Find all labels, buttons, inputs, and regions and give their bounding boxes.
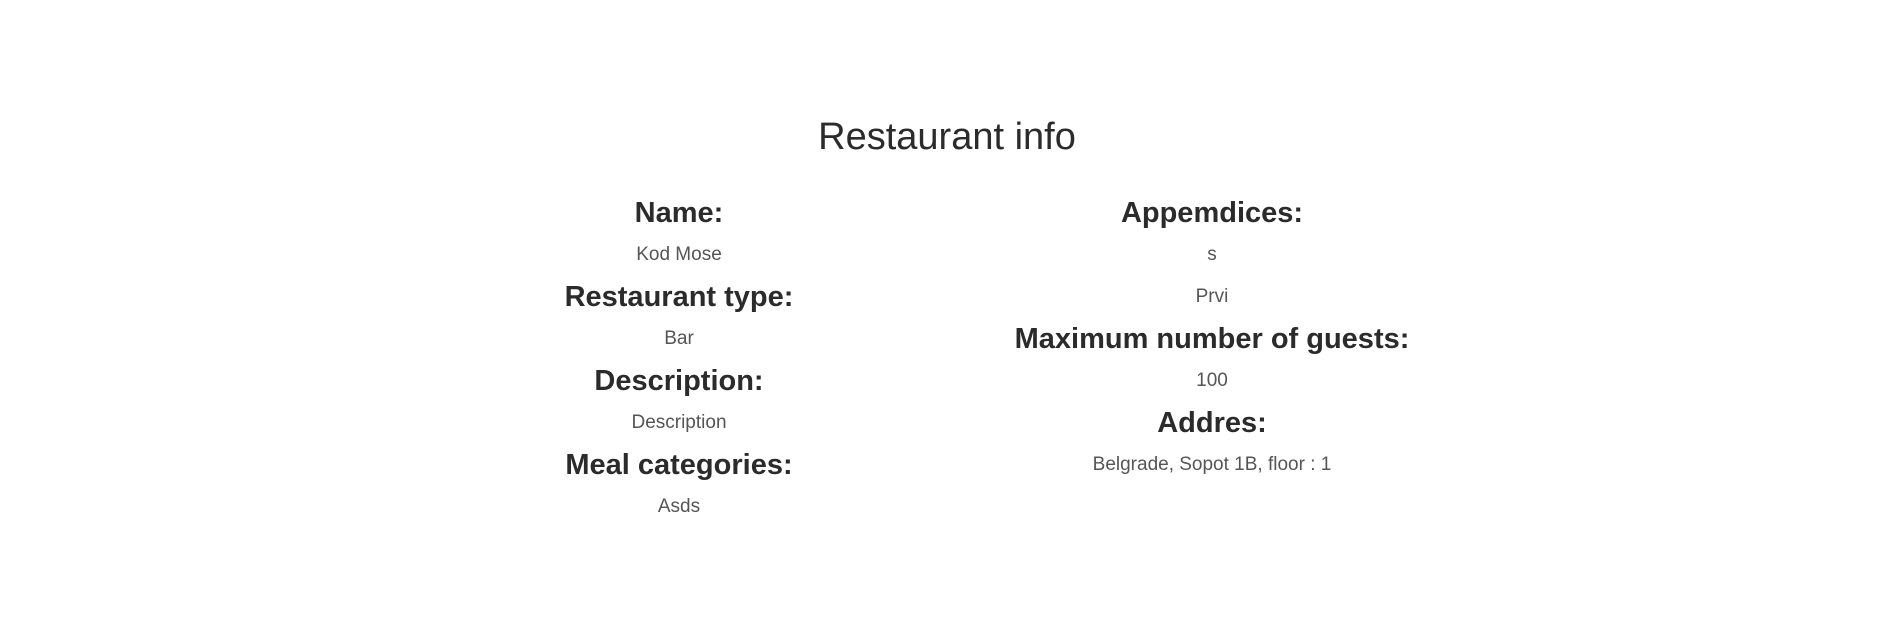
restaurant-type-value: Bar xyxy=(664,328,694,349)
max-guests-value: 100 xyxy=(1196,370,1228,391)
appendix-item: s xyxy=(1207,244,1217,265)
meal-categories-value: Asds xyxy=(657,496,701,517)
max-guests-label: Maximum number of guests: xyxy=(1014,323,1410,355)
description-value: Description xyxy=(631,412,727,433)
appendices-label: Appemdices: xyxy=(1120,197,1304,229)
restaurant-type-label: Restaurant type: xyxy=(564,281,794,313)
restaurant-info-left-column: Name: Kod Mose Restaurant type: Bar Desc… xyxy=(479,192,879,528)
address-label: Addres: xyxy=(1157,407,1267,439)
name-label: Name: xyxy=(634,197,724,229)
appendix-item: Prvi xyxy=(1195,286,1229,307)
address-value: Belgrade, Sopot 1B, floor : 1 xyxy=(1092,454,1332,475)
meal-categories-label: Meal categories: xyxy=(565,449,793,481)
description-label: Description: xyxy=(594,365,764,397)
page-title: Restaurant info xyxy=(818,116,1076,158)
name-value: Kod Mose xyxy=(636,244,722,265)
restaurant-info-right-column: Appemdices: s Prvi Maximum number of gue… xyxy=(912,192,1512,486)
